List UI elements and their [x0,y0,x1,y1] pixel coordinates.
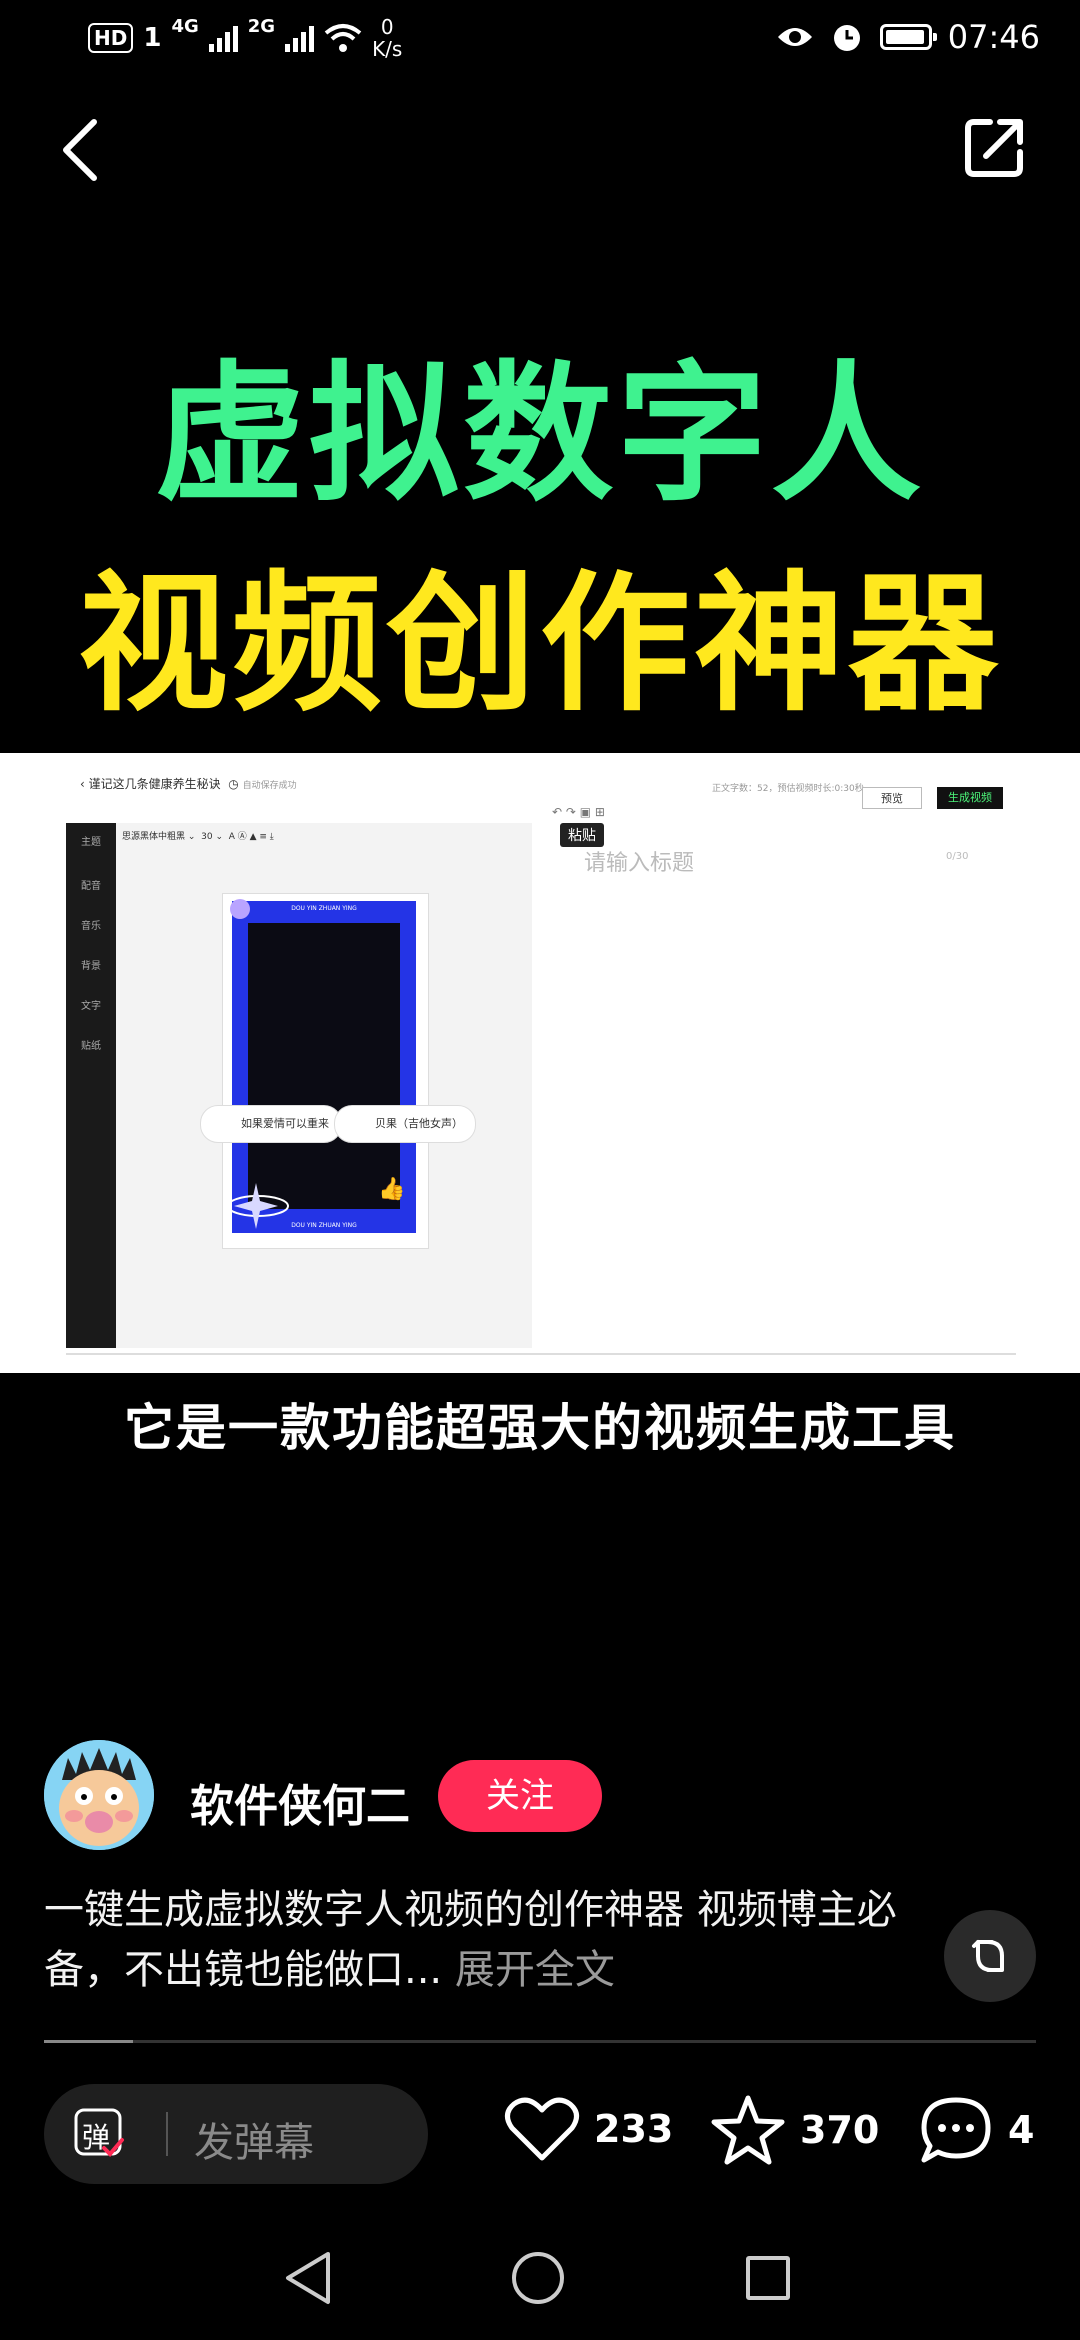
eye-icon [777,28,812,46]
author-name[interactable]: 软件侠何二 [190,1770,410,1834]
nav-back-icon[interactable] [280,2248,334,2308]
headline-line1: 虚拟数字人 [154,348,925,522]
nav-home-icon[interactable] [512,2252,564,2304]
fullscreen-button[interactable] [944,1910,1036,2002]
sidebar-item: 音乐 [81,921,101,932]
undo-tools: ↶ ↷ ▣ ⊞ [552,805,605,819]
sparkle-icon [227,1183,289,1229]
battery-icon [879,24,937,50]
progress-fill [44,2040,134,2043]
frame-top-text: DOU YIN ZHUAN YING [291,905,357,912]
sim-slot: 1 [143,23,162,53]
danmu-icon[interactable]: 弹 [74,2108,126,2160]
font-size-value: 30 [201,832,213,842]
screenshot-bottom-line [66,1353,1016,1355]
heart-icon [505,2097,579,2161]
alarm-icon [833,25,860,51]
like-button[interactable]: 233 [504,2094,673,2164]
autosave-text: 自动保存成功 [242,781,297,791]
title-counter: 0/30 [946,851,969,862]
doc-title-text: 谨记这几条健康养生秘诀 [88,777,221,791]
font-select-value: 思源黑体中粗黑 [122,832,186,842]
comment-count: 4 [1008,2108,1035,2152]
nav-recent-icon[interactable] [746,2256,790,2300]
net-speed: 0 K/s [372,16,402,60]
paste-tooltip: 粘贴 [560,823,604,847]
status-bar: HD 1 4G 2G 0 K/s 07:46 [0,0,1080,80]
font-select: 思源黑体中粗黑 ⌄ 30 ⌄ A Ⓐ ▲ ≡ ⤓ [122,832,274,842]
sidebar-item: 文字 [81,1001,101,1012]
expand-text-link[interactable]: 展开全文 [455,1947,615,1993]
share-icon[interactable] [960,112,1030,182]
editor-sidebar: 主题 配音 音乐 背景 文字 贴纸 [66,823,116,1348]
follow-button[interactable]: 关注 [438,1760,602,1832]
comment-icon [921,2097,991,2163]
favorite-count: 370 [800,2108,880,2152]
voice-pill: 贝果（吉他女声） [334,1105,476,1143]
doc-title: ‹ 谨记这几条健康养生秘诀 ◷ 自动保存成功 [80,777,297,791]
video-progress-bar[interactable] [44,2040,1036,2043]
video-description[interactable]: 一键生成虚拟数字人视频的创作神器 视频博主必备，不出镜也能做口... 展开全文 [44,1880,944,2000]
signal-icon-2 [285,24,315,52]
avatar[interactable] [44,1740,154,1850]
sidebar-item: 配音 [81,881,101,892]
avatar-face-icon [44,1740,154,1850]
danmu-icon-char: 弹 [82,2121,111,2154]
divider [166,2112,168,2156]
sidebar-item: 背景 [81,961,101,972]
video-caption: 它是一款功能超强大的视频生成工具 [124,1399,956,1457]
comment-button[interactable]: 4 [918,2094,1034,2166]
status-left: HD 1 4G 2G 0 K/s [88,16,402,60]
frame-inner [248,923,400,1209]
sidebar-item: 贴纸 [81,1041,101,1052]
net-speed-value: 0 [380,15,394,39]
word-count: 正文字数：52，预估视频时长:0:30秒 [712,784,864,794]
danmu-input[interactable]: 弹 发弹幕 [44,2084,428,2184]
status-right: 07:46 [776,18,1040,56]
hd-badge: HD [88,23,134,53]
network-type-1: 4G [171,16,199,37]
generate-button: 生成视频 [937,787,1003,809]
star-icon [711,2095,785,2165]
sidebar-item: 主题 [81,837,101,848]
danmu-placeholder: 发弹幕 [194,2120,314,2166]
expand-icon [972,1940,1004,1972]
title-placeholder: 请输入标题 [584,851,695,876]
thumbs-up-icon: 👍 [378,1177,406,1202]
signal-icon [208,24,238,52]
heart-badge-icon [230,899,250,919]
clock: 07:46 [947,18,1040,56]
net-speed-unit: K/s [372,37,403,61]
wifi-icon [324,24,362,52]
network-type-2: 2G [247,16,276,37]
headline-line2: 视频创作神器 [77,558,1002,732]
back-icon[interactable] [52,110,112,190]
video-screenshot: ‹ 谨记这几条健康养生秘诀 ◷ 自动保存成功 正文字数：52，预估视频时长:0:… [0,753,1080,1373]
voice-pill-text: 贝果（吉他女声） [375,1117,463,1130]
like-count: 233 [594,2107,674,2151]
music-pill: 如果爱情可以重来 [200,1105,342,1143]
favorite-button[interactable]: 370 [710,2094,879,2166]
preview-button: 预览 [862,787,922,809]
music-pill-text: 如果爱情可以重来 [241,1117,329,1130]
